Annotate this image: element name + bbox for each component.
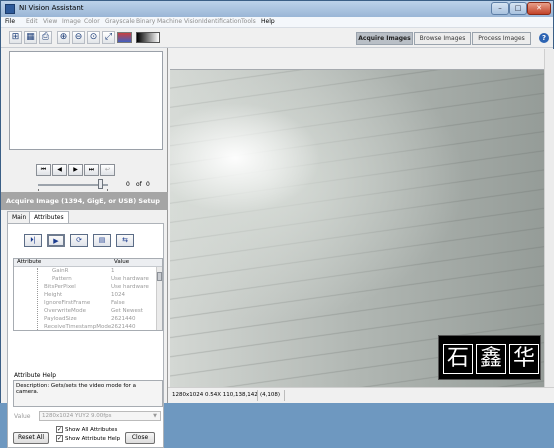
attribute-column-header: Attribute — [17, 259, 42, 265]
print-icon[interactable]: ⎙ — [39, 31, 52, 44]
minimize-button[interactable]: – — [491, 2, 509, 15]
watermark-char: 华 — [509, 344, 539, 374]
help-icon[interactable]: ? — [539, 33, 549, 43]
menu-color[interactable]: Color — [84, 18, 100, 25]
left-panel: ⏮ ◀ ▶ ⏭ ↩ 0 of 0 Acquire Image (1394, Gi… — [1, 48, 168, 448]
thumbnail-navigation: ⏮ ◀ ▶ ⏭ ↩ — [36, 164, 116, 176]
show-all-attributes-checkbox[interactable]: ✓ Show All Attributes — [56, 426, 117, 433]
cursor-coordinates: (4,108) — [260, 392, 281, 398]
tab-main[interactable]: Main — [7, 211, 32, 223]
grid-scrollbar-thumb[interactable] — [157, 272, 162, 281]
show-attribute-help-checkbox[interactable]: ✓ Show Attribute Help — [56, 435, 120, 442]
table-row[interactable]: Height 1024 — [14, 292, 156, 300]
zoom-fit-icon[interactable]: ⤢ — [102, 31, 115, 44]
refresh-icon[interactable]: ⟳ — [70, 234, 88, 247]
status-bar: 1280x1024 0.54X 110,138,142 (4,108) — [168, 387, 554, 403]
grid-scrollbar[interactable] — [156, 267, 162, 330]
table-row[interactable]: IgnoreFirstFrame False — [14, 300, 156, 308]
slider-tick — [38, 189, 39, 191]
next-image-button[interactable]: ▶ — [68, 164, 83, 176]
menu-file[interactable]: File — [5, 18, 15, 25]
browse-icon[interactable]: ▦ — [24, 31, 37, 44]
checkbox-checked-icon[interactable]: ✓ — [56, 435, 63, 442]
thumbnail-preview — [9, 51, 163, 150]
app-logo-icon — [5, 4, 15, 14]
setup-title: Acquire Image (1394, GigE, or USB) Setup — [1, 192, 168, 210]
menu-binary[interactable]: Binary — [136, 18, 155, 25]
watermark-logo: 石 鑫 华 — [438, 335, 541, 380]
table-row[interactable]: GainR 1 — [14, 268, 156, 276]
grid-header: Attribute Value — [14, 259, 162, 267]
acquisition-actions: ⏵| ▶ ⟳ ▤ ⇆ — [24, 234, 139, 247]
table-row[interactable]: ReceiveTimestampMode 2621440 — [14, 324, 156, 330]
menu-bar: File Edit View Image Color Grayscale Bin… — [1, 17, 553, 28]
close-button[interactable]: Close — [125, 432, 155, 444]
table-row[interactable]: BitsPerPixel Use hardware — [14, 284, 156, 292]
value-dropdown[interactable]: 1280x1024 YUY2 9.00fps ▼ — [39, 411, 161, 421]
browse-images-button[interactable]: Browse Images — [414, 32, 471, 45]
first-image-button[interactable]: ⏮ — [36, 164, 51, 176]
grayscale-gradient-icon[interactable] — [136, 32, 160, 43]
value-label: Value — [14, 413, 31, 420]
status-divider — [284, 390, 285, 401]
menu-help[interactable]: Help — [261, 18, 275, 25]
value-column-header: Value — [114, 259, 130, 265]
close-window-button[interactable]: ✕ — [527, 2, 551, 15]
value-dropdown-text: 1280x1024 YUY2 9.00fps — [42, 413, 112, 419]
window-title: NI Vision Assistant — [19, 4, 84, 12]
undo-icon[interactable]: ↩ — [100, 164, 115, 176]
attribute-help-label: Attribute Help — [14, 372, 57, 379]
acquire-icon[interactable]: ⊞ — [9, 31, 22, 44]
last-image-button[interactable]: ⏭ — [84, 164, 99, 176]
viewer-scrollbar[interactable] — [544, 49, 554, 387]
menu-view[interactable]: View — [43, 18, 57, 25]
table-row[interactable]: Pattern Use hardware — [14, 276, 156, 284]
viewer-header — [170, 49, 544, 70]
menu-grayscale[interactable]: Grayscale — [105, 18, 135, 25]
current-image-index: 0 — [126, 181, 130, 188]
table-row[interactable]: OverwriteMode Get Newest — [14, 308, 156, 316]
store-image-icon[interactable]: ▤ — [93, 234, 111, 247]
menu-image[interactable]: Image — [62, 18, 81, 25]
slider-tick — [107, 189, 108, 191]
status-divider — [257, 390, 258, 401]
reset-all-button[interactable]: Reset All — [13, 432, 49, 444]
watermark-char: 石 — [443, 344, 473, 374]
of-label: of — [136, 181, 142, 188]
process-images-button[interactable]: Process Images — [472, 32, 531, 45]
image-info: 1280x1024 0.54X 110,138,142 — [172, 392, 258, 398]
image-slider-thumb[interactable] — [97, 179, 103, 189]
zoom-1to1-icon[interactable]: ⊙ — [87, 31, 100, 44]
maximize-button[interactable]: □ — [509, 2, 527, 15]
sequence-icon[interactable]: ⇆ — [116, 234, 134, 247]
mode-bar: Acquire Images Browse Images Process Ima… — [356, 32, 531, 45]
total-images: 0 — [146, 181, 150, 188]
menu-machine-vision[interactable]: Machine Vision — [157, 18, 202, 25]
chevron-down-icon: ▼ — [153, 413, 157, 419]
previous-image-button[interactable]: ◀ — [52, 164, 67, 176]
menu-tools[interactable]: Tools — [241, 18, 256, 25]
acquire-single-icon[interactable]: ⏵| — [24, 234, 42, 247]
attributes-panel: ⏵| ▶ ⟳ ▤ ⇆ Attribute Value GainR 1 Patter… — [7, 223, 164, 448]
acquire-continuous-icon[interactable]: ▶ — [47, 234, 65, 247]
checkbox-checked-icon[interactable]: ✓ — [56, 426, 63, 433]
title-bar: NI Vision Assistant – □ ✕ — [1, 1, 553, 17]
table-row[interactable]: PayloadSize 2621440 — [14, 316, 156, 324]
app-window: NI Vision Assistant – □ ✕ File Edit View… — [0, 0, 554, 448]
attributes-grid: Attribute Value GainR 1 Pattern Use hardwa… — [13, 258, 163, 331]
zoom-out-icon[interactable]: ⊖ — [72, 31, 85, 44]
menu-identification[interactable]: Identification — [202, 18, 241, 25]
zoom-in-icon[interactable]: ⊕ — [57, 31, 70, 44]
acquire-images-button[interactable]: Acquire Images — [356, 32, 413, 45]
menu-edit[interactable]: Edit — [26, 18, 38, 25]
color-palette-icon[interactable] — [117, 32, 132, 43]
watermark-char: 鑫 — [476, 344, 506, 374]
